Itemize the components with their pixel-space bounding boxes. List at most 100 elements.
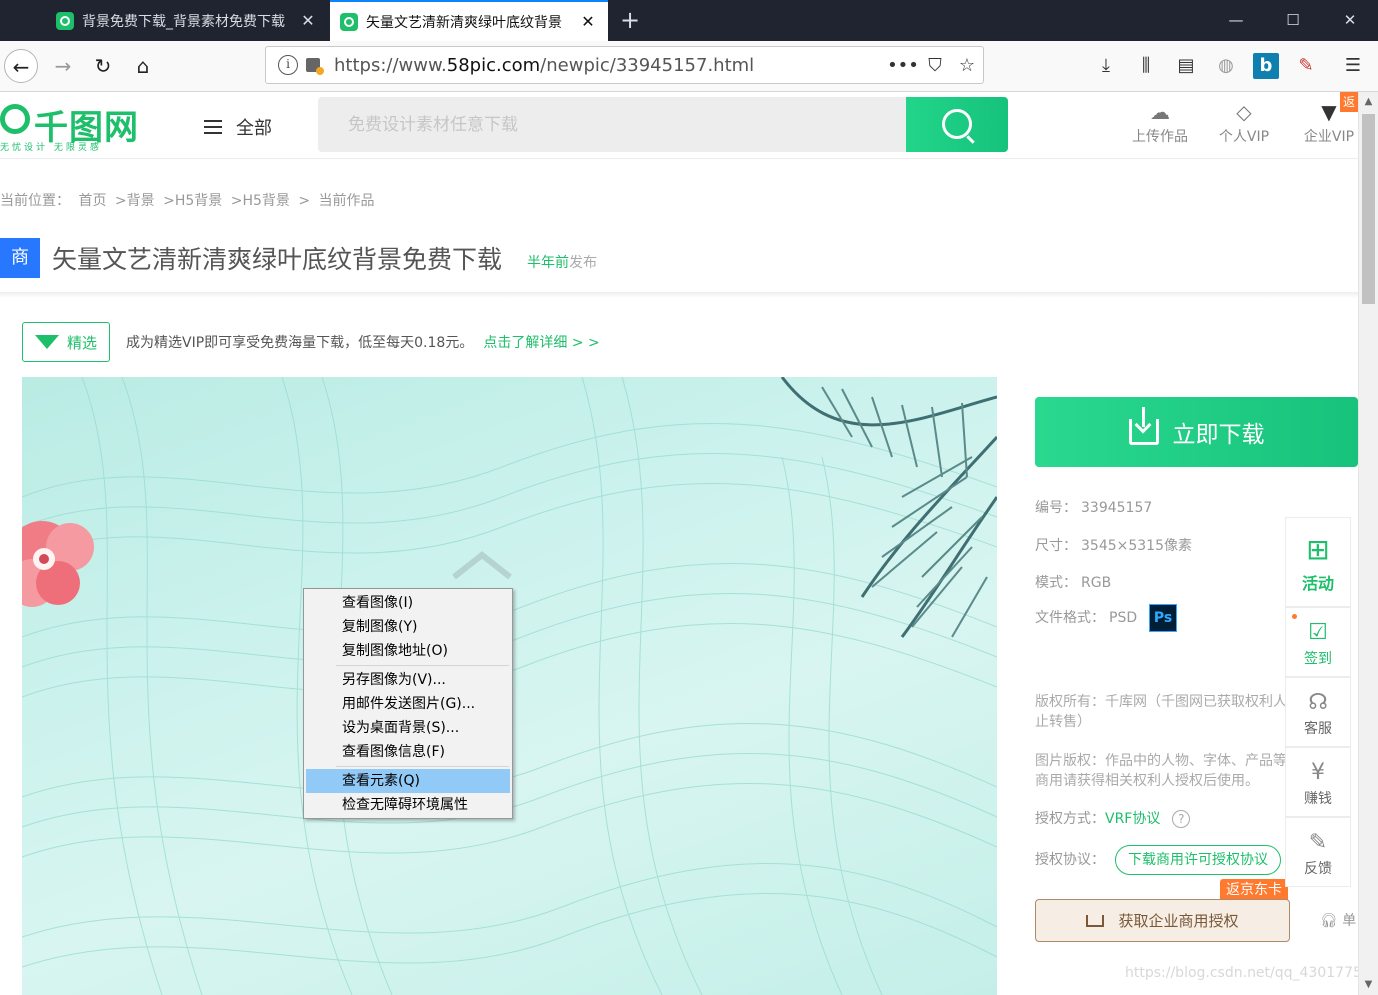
context-menu-item[interactable]: 检查无障碍环境属性 [306,793,510,817]
tab-title: 矢量文艺清新清爽绿叶底纹背景 [366,14,562,31]
flower-decoration [22,521,94,607]
site-favicon-icon [340,12,358,31]
personal-vip-link[interactable]: ◇ 个人VIP [1209,98,1279,146]
context-menu-item[interactable]: 用邮件发送图片(G)... [306,692,510,716]
download-icon[interactable]: ⤓ [1093,53,1119,79]
url-text[interactable]: https://www.58pic.com/newpic/33945157.ht… [334,55,887,76]
maximize-window-button[interactable]: ☐ [1265,0,1321,41]
meta-size: 尺寸： 3545×5315像素 [1035,538,1192,554]
scroll-up-icon[interactable]: ▲ [1359,92,1378,112]
side-service[interactable]: ☊ 客服 [1285,677,1351,747]
vip-tag-label: 精选 [66,333,97,352]
work-title-row: 商 矢量文艺清新清爽绿叶底纹背景免费下载 半年前发布 [0,238,1358,288]
search-button[interactable] [906,97,1008,152]
home-icon[interactable]: ⌂ [126,49,160,83]
side-activity[interactable]: ⊞ 活动 [1285,517,1351,607]
download-license-button[interactable]: 下载商用许可授权协议 [1115,845,1281,875]
lock-icon[interactable] [306,58,324,75]
scroll-down-icon[interactable]: ▼ [1359,975,1378,995]
bing-icon[interactable]: b [1253,53,1279,79]
download-now-button[interactable]: 立即下载 [1035,397,1358,467]
diamond-icon [34,335,59,349]
info-icon[interactable]: i [278,55,298,75]
close-icon[interactable]: ✕ [578,12,598,31]
publish-time: 半年前发布 [527,255,597,271]
page-scrollbar[interactable]: ▲ ▼ [1358,92,1378,995]
site-logo[interactable]: 千图网 无忧设计 无限灵感 [0,100,140,153]
new-tab-plus-icon[interactable]: + [616,6,644,34]
tab-current-work[interactable]: 矢量文艺清新清爽绿叶底纹背景 ✕ [330,0,608,41]
browser-toolbar: ← → ↻ ⌂ i https://www.58pic.com/newpic/3… [0,41,1378,92]
site-favicon-icon [56,11,74,30]
enterprise-vip-label: 企业VIP [1303,129,1355,145]
upload-work-label: 上传作品 [1132,129,1188,145]
side-earn-label: 赚钱 [1304,791,1332,807]
headset-icon: ☊ [1308,690,1328,715]
side-feedback[interactable]: ✎ 反馈 [1285,817,1351,887]
breadcrumb-prefix: 当前位置： [0,193,70,209]
context-menu-item[interactable]: 查看图像(I) [306,591,510,615]
calendar-check-icon: ☑ [1308,620,1328,645]
context-menu-item[interactable]: 查看图像信息(F) [306,740,510,764]
tab-background-download[interactable]: 背景免费下载_背景素材免费下载 ✕ [46,0,328,41]
sidebar-icon[interactable]: ▤ [1173,53,1199,79]
jd-card-badge: 返京东卡 [1220,879,1288,901]
breadcrumb-h5-background-sub[interactable]: >H5背景 [231,193,290,209]
scrollbar-thumb[interactable] [1362,114,1375,304]
vrf-agreement-link[interactable]: VRF协议 [1105,811,1160,827]
diamond-icon: ◇ [1236,100,1252,124]
site-header: 千图网 无忧设计 无限灵感 全部 ☁ 上传作品 ◇ 个人VIP ▼ 企业VIP … [0,92,1358,159]
logo-slogan: 无忧设计 无限灵感 [0,143,102,153]
upload-work-link[interactable]: ☁ 上传作品 [1125,98,1195,146]
globe-icon[interactable]: ◍ [1213,53,1239,79]
context-menu-separator [336,766,509,767]
page-title: 矢量文艺清新清爽绿叶底纹背景免费下载 [52,245,503,274]
crown-icon [1086,914,1105,927]
side-feedback-label: 反馈 [1304,861,1332,877]
commercial-shield-icon: 商 [0,238,40,278]
money-bag-icon: ¥ [1311,760,1325,785]
single-purchase-tag[interactable]: 🎧︎ 单 [1320,910,1356,930]
minimize-window-button[interactable]: — [1208,0,1264,41]
back-icon[interactable]: ← [4,49,38,83]
headset-icon: 🎧︎ [1320,913,1343,929]
menu-icon[interactable]: ☰ [1340,53,1366,79]
close-icon[interactable]: ✕ [298,11,318,30]
gift-icon: ⊞ [1306,533,1330,566]
meta-id: 编号： 33945157 [1035,500,1153,516]
breadcrumb-home[interactable]: 首页 [78,193,106,209]
reload-icon[interactable]: ↻ [86,49,120,83]
breadcrumb-h5-background[interactable]: >H5背景 [163,193,222,209]
enterprise-license-button[interactable]: 获取企业商用授权 [1035,899,1290,942]
pocket-icon[interactable]: ⛉ [919,55,951,76]
context-menu-item[interactable]: 查看元素(Q) [306,769,510,793]
close-window-button[interactable]: ✕ [1322,0,1378,41]
rebate-badge: 返 [1340,92,1358,112]
forward-icon[interactable]: → [46,49,80,83]
side-earn[interactable]: ¥ 赚钱 [1285,747,1351,817]
bookmark-star-icon[interactable]: ☆ [951,55,983,76]
breadcrumb-background[interactable]: >背景 [115,193,155,209]
vip-tag-button[interactable]: 精选 [22,322,110,362]
hamburger-icon [204,120,222,134]
tab-title: 背景免费下载_背景素材免费下载 [82,13,285,30]
search-input[interactable] [318,97,906,152]
vip-details-link[interactable]: 点击了解详细 > > [483,332,599,352]
context-menu-item[interactable]: 另存图像为(V)... [306,668,510,692]
context-menu-item[interactable]: 设为桌面背景(S)... [306,716,510,740]
context-menu-item[interactable]: 复制图像(Y) [306,615,510,639]
side-checkin[interactable]: ☑ 签到 [1285,607,1351,677]
more-icon[interactable]: ••• [887,55,919,76]
browser-tab-bar: 背景免费下载_背景素材免费下载 ✕ 矢量文艺清新清爽绿叶底纹背景 ✕ + — ☐… [0,0,1378,41]
library-icon[interactable]: ⫼ [1133,53,1159,79]
vip-banner: 精选 成为精选VIP即可享受免费海量下载，低至每天0.18元。 点击了解详细 >… [22,322,600,362]
menu-all-label: 全部 [236,118,272,139]
upload-icon: ☁ [1150,100,1170,124]
extension-icon[interactable]: ✎ [1293,53,1319,79]
help-icon[interactable]: ? [1172,810,1191,828]
address-bar[interactable]: i https://www.58pic.com/newpic/33945157.… [265,46,984,84]
menu-all-button[interactable]: 全部 [204,114,272,140]
license-method: 授权方式：VRF协议? [1035,808,1191,828]
meta-mode: 模式： RGB [1035,575,1112,591]
context-menu-item[interactable]: 复制图像地址(O) [306,639,510,663]
